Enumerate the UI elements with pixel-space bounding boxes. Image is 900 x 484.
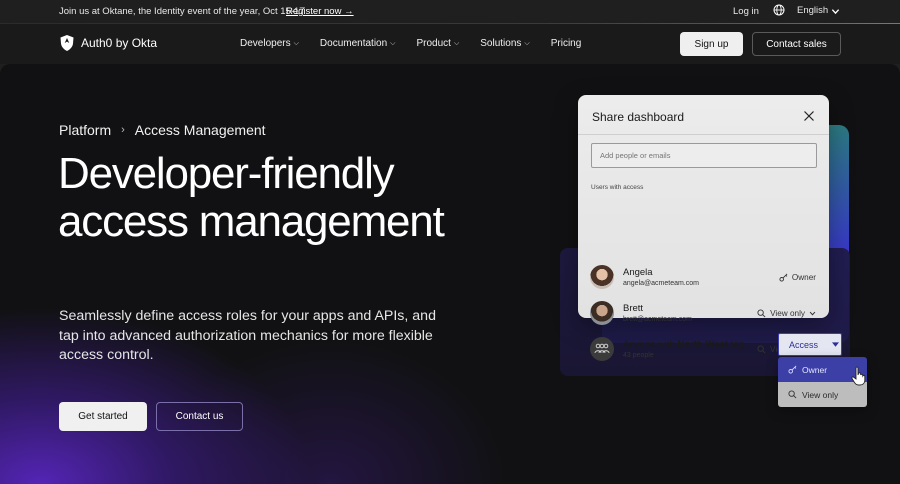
chevron-down-icon: ⌵ — [524, 39, 530, 47]
nav-product[interactable]: Product ⌵ — [416, 38, 459, 49]
group-name-prefix: Anyone with — [623, 339, 678, 350]
breadcrumb-platform[interactable]: Platform — [59, 122, 111, 138]
user-email: brett@acmeteam.com — [623, 316, 692, 323]
shield-icon — [60, 35, 74, 51]
role-dropdown[interactable]: View only — [757, 309, 816, 318]
role-label: View only — [770, 309, 805, 318]
magnifier-icon — [757, 309, 766, 318]
group-name: Anyone with North West tag — [623, 339, 744, 350]
signup-button[interactable]: Sign up — [680, 32, 743, 56]
nav-label: Product — [416, 38, 451, 49]
nav-label: Documentation — [319, 38, 388, 49]
group-count: 43 people — [623, 352, 654, 359]
announcement-text: Join us at Oktane, the Identity event of… — [59, 6, 305, 17]
nav-documentation[interactable]: Documentation ⌵ — [320, 38, 396, 49]
section-label: Users with access — [591, 184, 644, 191]
chevron-right-icon: › — [121, 124, 125, 136]
nav-label: Pricing — [550, 38, 582, 49]
dialog-divider — [578, 134, 829, 135]
group-tag: North West — [677, 339, 728, 350]
chevron-down-icon[interactable] — [831, 7, 840, 16]
logo-text: Auth0 by Okta — [81, 36, 158, 50]
language-label: English — [797, 4, 829, 16]
magnifier-icon — [788, 390, 797, 399]
option-label: Owner — [802, 364, 828, 375]
role-label: Owner — [791, 273, 816, 282]
chevron-down-icon — [809, 311, 816, 316]
dialog-title: Share dashboard — [592, 110, 685, 124]
user-email: angela@acmeteam.com — [623, 280, 699, 287]
login-link[interactable]: Log in — [733, 6, 759, 17]
hand-cursor-icon — [851, 366, 866, 386]
page-title: Developer-friendly access management — [58, 149, 445, 246]
globe-icon — [773, 4, 785, 16]
main-nav: Auth0 by Okta Developers ⌵ Documentation… — [0, 24, 900, 64]
chevron-down-icon: ⌵ — [293, 39, 299, 47]
role-indicator[interactable]: Owner — [779, 273, 816, 282]
chevron-down-icon: ⌵ — [453, 39, 460, 47]
user-name: Brett — [623, 303, 644, 314]
breadcrumb: Platform › Access Management — [59, 122, 266, 138]
language-selector[interactable]: English — [773, 4, 828, 16]
user-row-angela: Angela angela@acmeteam.com Owner — [590, 265, 820, 295]
option-label: View only — [802, 389, 839, 400]
contact-sales-button[interactable]: Contact sales — [752, 32, 841, 56]
breadcrumb-current: Access Management — [134, 122, 266, 138]
group-icon — [594, 343, 610, 354]
contact-us-button[interactable]: Contact us — [156, 402, 243, 431]
key-icon — [788, 365, 797, 374]
nav-label: Developers — [240, 38, 291, 49]
nav-pricing[interactable]: Pricing — [551, 38, 582, 49]
nav-developers[interactable]: Developers ⌵ — [240, 38, 299, 49]
user-row-brett: Brett brett@acmeteam.com View only — [590, 301, 820, 331]
nav-label: Solutions — [480, 38, 522, 49]
nav-links: Developers ⌵ Documentation ⌵ Product ⌵ S… — [240, 38, 602, 49]
access-select[interactable]: Access — [778, 333, 842, 356]
group-avatar — [590, 337, 614, 361]
get-started-button[interactable]: Get started — [59, 402, 147, 431]
register-link[interactable]: Register now → — [286, 6, 354, 17]
magnifier-icon — [757, 345, 766, 354]
hero-description: Seamlessly define access roles for your … — [59, 308, 436, 363]
nav-solutions[interactable]: Solutions ⌵ — [480, 38, 529, 49]
announcement-bar: Join us at Oktane, the Identity event of… — [0, 0, 900, 24]
avatar — [590, 301, 614, 325]
access-label: Access — [789, 339, 819, 350]
user-name: Angela — [623, 267, 653, 278]
add-people-input[interactable] — [591, 143, 817, 168]
close-icon[interactable] — [803, 110, 815, 122]
chevron-down-icon: ⌵ — [390, 39, 396, 47]
key-icon — [779, 273, 788, 282]
group-name-suffix: tag — [727, 339, 744, 350]
caret-down-icon — [832, 342, 840, 347]
auth0-logo[interactable]: Auth0 by Okta — [59, 34, 157, 52]
avatar — [590, 265, 614, 289]
